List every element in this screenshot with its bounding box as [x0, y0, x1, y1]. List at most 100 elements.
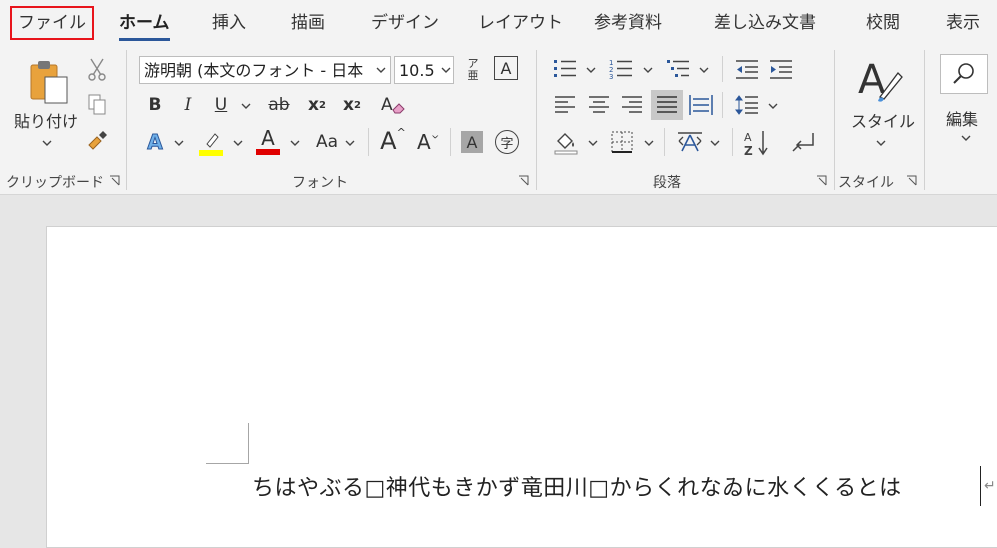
highlight-button[interactable] [199, 128, 223, 156]
tab-insert[interactable]: 挿入 [212, 8, 246, 38]
tab-mailings[interactable]: 差し込み文書 [714, 8, 816, 38]
tab-view[interactable]: 表示 [946, 8, 980, 38]
paint-bucket-icon [554, 133, 578, 155]
separator [924, 50, 925, 190]
multilevel-list-button[interactable] [665, 56, 691, 82]
shrink-font-button[interactable]: A ^ [413, 128, 443, 156]
line-spacing-icon [735, 95, 758, 115]
cut-button[interactable] [86, 56, 108, 82]
superscript-mark: 2 [354, 99, 361, 111]
distributed-button[interactable] [688, 92, 714, 118]
bullets-button[interactable] [552, 56, 578, 82]
decrease-indent-button[interactable] [734, 56, 760, 82]
furigana-bottom: 亜 [467, 69, 479, 82]
character-border-button[interactable]: A [494, 56, 518, 80]
align-right-button[interactable] [619, 92, 645, 118]
tab-design[interactable]: デザイン [371, 8, 439, 38]
change-case-button[interactable]: Aa [312, 128, 342, 156]
align-center-button[interactable] [586, 92, 612, 118]
numbering-chevron-icon[interactable] [643, 66, 653, 74]
underline-button[interactable]: U [210, 92, 232, 118]
multilevel-list-icon [667, 60, 689, 77]
change-case-chevron-icon[interactable] [345, 139, 355, 147]
shading-chevron-icon[interactable] [588, 139, 598, 147]
svg-text:3: 3 [609, 73, 613, 80]
highlight-chevron-icon[interactable] [233, 139, 243, 147]
show-hide-button[interactable] [790, 128, 820, 158]
line-spacing-chevron-icon[interactable] [768, 102, 778, 110]
sort-button[interactable]: A Z [742, 128, 772, 158]
borders-chevron-icon[interactable] [644, 139, 654, 147]
font-launcher-icon[interactable] [518, 175, 529, 186]
increase-indent-button[interactable] [768, 56, 794, 82]
italic-button[interactable]: I [177, 92, 199, 118]
svg-text:A: A [381, 95, 393, 115]
borders-button[interactable] [608, 128, 636, 156]
font-color-button[interactable]: A [255, 126, 281, 156]
asian-layout-chevron-icon[interactable] [710, 139, 720, 147]
separator [664, 128, 665, 156]
furigana-button[interactable]: ア 亜 [462, 54, 484, 86]
asian-layout-button[interactable] [676, 128, 704, 156]
bullets-chevron-icon[interactable] [586, 66, 596, 74]
font-name-combo[interactable]: 游明朝 (本文のフォント - 日本 [139, 56, 391, 84]
character-shading-button[interactable]: A [461, 131, 483, 153]
enclose-character-button[interactable]: 字 [495, 130, 519, 154]
separator [126, 50, 127, 190]
tab-home[interactable]: ホーム [119, 8, 170, 41]
multilevel-chevron-icon[interactable] [699, 66, 709, 74]
clipboard-group-label: クリップボード [6, 175, 104, 191]
text-effects-button[interactable]: A [142, 128, 168, 156]
copy-button[interactable] [86, 92, 108, 118]
styles-icon: A [858, 57, 903, 103]
shrink-font-letter: A [416, 130, 431, 154]
paste-button[interactable] [20, 56, 76, 108]
tab-file[interactable]: ファイル [10, 6, 94, 40]
separator [732, 128, 733, 156]
margin-marker-vertical [248, 423, 249, 463]
underline-chevron-icon[interactable] [241, 102, 251, 110]
document-body-text[interactable]: ちはやぶる□神代もきかず竜田川□からくれなゐに水くくるとは [252, 470, 902, 502]
paragraph-mark: ↵ [984, 478, 996, 494]
tab-references[interactable]: 参考資料 [594, 8, 662, 38]
clear-formatting-button[interactable]: A [380, 92, 406, 118]
editing-chevron-icon[interactable] [961, 134, 971, 142]
distributed-icon [689, 95, 713, 115]
subscript-button[interactable]: x2 [303, 92, 331, 118]
tab-review[interactable]: 校閲 [866, 8, 900, 38]
align-left-icon [555, 96, 575, 113]
line-spacing-button[interactable] [734, 92, 760, 118]
numbering-button[interactable]: 123 [608, 56, 634, 82]
text-effects-chevron-icon[interactable] [174, 139, 184, 147]
separator [536, 50, 537, 190]
paragraph-launcher-icon[interactable] [816, 175, 827, 186]
paste-label: 貼り付け [14, 112, 79, 131]
format-painter-button[interactable] [84, 128, 110, 154]
bold-button[interactable]: B [144, 92, 166, 118]
align-left-button[interactable] [552, 92, 578, 118]
font-color-chevron-icon[interactable] [290, 139, 300, 147]
asian-layout-icon [678, 132, 702, 152]
shading-button[interactable] [552, 128, 580, 156]
grow-font-letter: A [380, 127, 397, 155]
font-size-chevron-icon[interactable] [441, 66, 451, 74]
borders-icon [611, 131, 633, 153]
strikethrough-button[interactable]: ab [265, 92, 293, 118]
find-button[interactable] [940, 54, 988, 94]
styles-gallery-button[interactable]: A [850, 52, 906, 106]
styles-launcher-icon[interactable] [906, 175, 917, 186]
separator [368, 128, 369, 156]
styles-chevron-icon[interactable] [876, 139, 886, 147]
clipboard-launcher-icon[interactable] [109, 175, 120, 186]
font-name-chevron-icon[interactable] [376, 66, 386, 74]
paste-chevron-icon[interactable] [42, 139, 52, 147]
justify-button[interactable] [651, 90, 683, 120]
tab-layout[interactable]: レイアウト [478, 8, 563, 38]
justify-icon [657, 96, 677, 113]
tab-draw[interactable]: 描画 [291, 8, 325, 38]
ribbon-tabs: ファイル ホーム 挿入 描画 デザイン レイアウト 参考資料 差し込み文書 校閲… [0, 0, 997, 44]
superscript-button[interactable]: x2 [338, 92, 366, 118]
numbered-list-icon: 123 [609, 59, 632, 80]
font-size-value: 10.5 [399, 61, 435, 80]
grow-font-button[interactable]: A ^ [378, 126, 408, 156]
